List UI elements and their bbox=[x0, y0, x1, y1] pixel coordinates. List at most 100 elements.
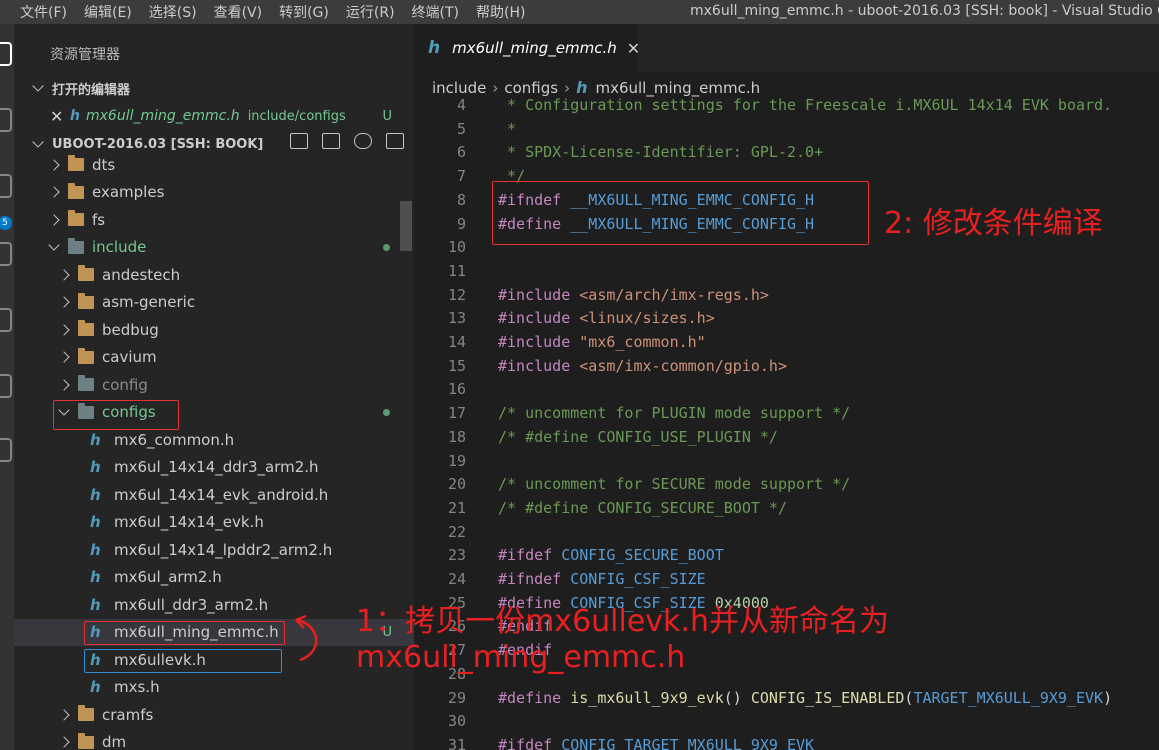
remote-explorer-icon[interactable] bbox=[0, 374, 12, 398]
folder-icon bbox=[78, 705, 94, 722]
code-line: 24 #ifndef CONFIG_CSF_SIZE bbox=[414, 570, 1159, 594]
extensions-icon[interactable] bbox=[0, 308, 12, 332]
tree-item-label: mxs.h bbox=[114, 678, 160, 697]
tree-item-label: cavium bbox=[102, 348, 157, 367]
line-number: 12 bbox=[447, 285, 466, 304]
c-header-file-icon: h bbox=[90, 678, 101, 697]
code-text: #ifdef CONFIG_SECURE_BOOT bbox=[498, 546, 724, 564]
menu-item[interactable]: 查看(V) bbox=[214, 2, 263, 22]
menu-item[interactable]: 终端(T) bbox=[412, 2, 459, 22]
code-token: ) bbox=[1103, 688, 1113, 707]
tree-item-label: bedbug bbox=[102, 320, 159, 339]
tree-item-label: mx6ul_14x14_lpddr2_arm2.h bbox=[114, 540, 333, 559]
code-token: #include bbox=[498, 356, 571, 375]
menu-item[interactable]: 转到(G) bbox=[279, 2, 329, 22]
code-line: 31 #ifdef CONFIG_TARGET_MX6ULL_9X9_EVK bbox=[414, 736, 1159, 750]
menu-item[interactable]: 运行(R) bbox=[346, 2, 395, 22]
tree-file-item[interactable]: h mx6_common.h bbox=[14, 426, 414, 454]
run-debug-icon[interactable] bbox=[0, 242, 12, 266]
line-number: 13 bbox=[447, 309, 466, 328]
line-number: 19 bbox=[447, 451, 466, 470]
breadcrumb-item[interactable]: include bbox=[432, 79, 486, 97]
menu-item[interactable]: 文件(F) bbox=[20, 2, 67, 22]
menu-item[interactable]: 编辑(E) bbox=[84, 2, 132, 22]
sidebar-scrollbar[interactable] bbox=[400, 201, 412, 251]
chevron-right-icon bbox=[58, 351, 70, 363]
code-text: * bbox=[498, 120, 516, 138]
code-token: /* uncomment for SECURE mode support */ bbox=[498, 475, 851, 494]
tree-file-item[interactable]: h mx6ul_14x14_lpddr2_arm2.h bbox=[14, 536, 414, 564]
new-folder-icon[interactable] bbox=[322, 133, 340, 149]
refresh-icon[interactable] bbox=[354, 133, 372, 149]
explorer-icon[interactable] bbox=[0, 42, 12, 66]
tree-folder-item[interactable]: cavium bbox=[14, 344, 414, 372]
chevron-right-icon bbox=[48, 159, 60, 171]
tree-folder-item[interactable]: dts bbox=[14, 151, 414, 179]
close-icon[interactable]: ✕ bbox=[50, 107, 70, 126]
line-number: 11 bbox=[447, 261, 466, 280]
modified-dot-icon bbox=[383, 243, 390, 251]
remote-icon[interactable] bbox=[0, 438, 12, 462]
search-icon[interactable] bbox=[0, 108, 12, 132]
breadcrumb-item[interactable]: mx6ull_ming_emmc.h bbox=[595, 79, 760, 97]
open-editors-header[interactable]: 打开的编辑器 bbox=[14, 77, 414, 99]
c-header-file-icon: h bbox=[70, 108, 80, 124]
chevron-right-icon bbox=[58, 379, 70, 391]
tree-folder-item[interactable]: include bbox=[14, 234, 414, 262]
code-line: 13 #include <linux/sizes.h> bbox=[414, 309, 1159, 333]
line-number: 9 bbox=[456, 214, 466, 233]
source-control-icon[interactable] bbox=[0, 174, 12, 198]
menu-item[interactable]: 帮助(H) bbox=[476, 2, 525, 22]
tree-folder-item[interactable]: asm-generic bbox=[14, 289, 414, 317]
c-header-file-icon: h bbox=[90, 568, 101, 587]
tab-close-icon[interactable]: ✕ bbox=[627, 39, 640, 58]
code-line: 29 #define is_mx6ull_9x9_evk() CONFIG_IS_… bbox=[414, 689, 1159, 713]
code-text: #include <asm/arch/imx-regs.h> bbox=[498, 286, 769, 304]
tree-item-label: dm bbox=[102, 733, 127, 750]
tree-folder-item[interactable]: cramfs bbox=[14, 701, 414, 729]
line-number: 10 bbox=[447, 238, 466, 257]
tree-folder-item[interactable]: config bbox=[14, 371, 414, 399]
tree-file-item[interactable]: h mx6ul_14x14_evk.h bbox=[14, 509, 414, 537]
code-token: () bbox=[723, 688, 751, 707]
tree-file-item[interactable]: h mx6ul_14x14_ddr3_arm2.h bbox=[14, 454, 414, 482]
tree-item-label: include bbox=[92, 238, 147, 257]
modified-dot-icon bbox=[383, 408, 390, 416]
chevron-right-icon bbox=[58, 709, 70, 721]
workspace-label: UBOOT-2016.03 [SSH: BOOK] bbox=[52, 136, 264, 152]
tree-file-item[interactable]: h mx6ul_14x14_evk_android.h bbox=[14, 481, 414, 509]
tree-folder-item[interactable]: bedbug bbox=[14, 316, 414, 344]
folder-icon bbox=[68, 210, 84, 227]
tree-folder-item[interactable]: dm bbox=[14, 729, 414, 750]
new-file-icon[interactable] bbox=[290, 133, 308, 149]
line-number: 29 bbox=[447, 688, 466, 707]
code-line: 6 * SPDX-License-Identifier: GPL-2.0+ bbox=[414, 143, 1159, 167]
tree-file-item[interactable]: h mxs.h bbox=[14, 674, 414, 702]
line-number: 30 bbox=[447, 712, 466, 731]
activity-bar: 5 bbox=[0, 24, 14, 750]
editor-tab[interactable]: h mx6ull_ming_emmc.h ✕ bbox=[414, 24, 640, 72]
annotation-step1-line1: 1：拷贝一份mx6ullevk.h并从新命名为 bbox=[356, 604, 889, 639]
tree-file-item[interactable]: h mx6ull_ddr3_arm2.h bbox=[14, 591, 414, 619]
tree-folder-item[interactable]: andestech bbox=[14, 261, 414, 289]
open-editor-item[interactable]: ✕ h mx6ull_ming_emmc.h include/configs U bbox=[14, 105, 414, 127]
tree-folder-item[interactable]: fs bbox=[14, 206, 414, 234]
folder-icon bbox=[68, 182, 84, 199]
code-token: <asm/arch/imx-regs.h> bbox=[579, 285, 769, 304]
folder-icon bbox=[68, 155, 84, 172]
curved-arrow-icon bbox=[295, 614, 318, 662]
code-token: <linux/sizes.h> bbox=[579, 309, 715, 328]
tree-folder-item[interactable]: examples bbox=[14, 179, 414, 207]
code-text: #include <asm/imx-common/gpio.h> bbox=[498, 357, 787, 375]
code-line: 18 /* #define CONFIG_USE_PLUGIN */ bbox=[414, 428, 1159, 452]
line-number: 7 bbox=[456, 167, 466, 186]
breadcrumb-item[interactable]: configs bbox=[504, 79, 558, 97]
tree-file-item[interactable]: h mx6ul_arm2.h bbox=[14, 564, 414, 592]
code-token: is_mx6ull_9x9_evk bbox=[570, 688, 724, 707]
collapse-all-icon[interactable] bbox=[386, 133, 404, 149]
menu-item[interactable]: 选择(S) bbox=[149, 2, 197, 22]
